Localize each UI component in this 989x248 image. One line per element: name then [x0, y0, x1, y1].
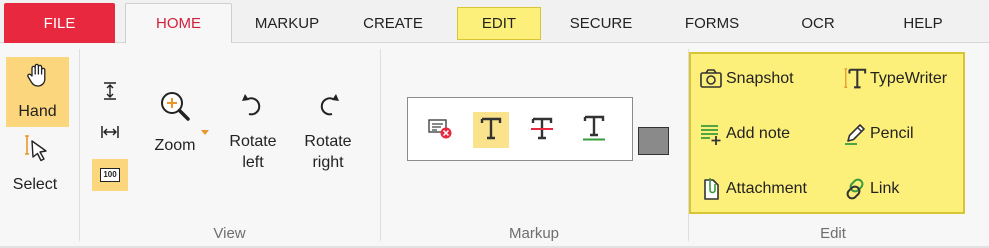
zoom-dropdown-arrow-icon[interactable] — [201, 130, 209, 135]
typewriter-button[interactable]: TypeWriter — [843, 65, 947, 93]
select-label: Select — [12, 176, 58, 193]
tab-create[interactable]: CREATE — [351, 3, 435, 43]
separator — [380, 49, 381, 241]
attachment-icon — [699, 177, 723, 201]
hand-label: Hand — [18, 103, 57, 120]
strikeout-text-icon — [529, 114, 555, 147]
tab-secure[interactable]: SECURE — [559, 3, 643, 43]
rotate-right-button[interactable]: Rotate right — [293, 89, 363, 179]
fit-width-button[interactable] — [92, 118, 128, 150]
pencil-label: Pencil — [870, 125, 914, 142]
markup-tools-box — [407, 97, 633, 161]
fit-height-button[interactable] — [92, 77, 128, 109]
separator — [79, 49, 80, 241]
zoom-label: Zoom — [154, 137, 196, 154]
attachment-button[interactable]: Attachment — [699, 175, 807, 203]
tab-ocr[interactable]: OCR — [776, 3, 860, 43]
markup-group-label: Markup — [508, 225, 560, 242]
typewriter-label: TypeWriter — [870, 70, 948, 87]
underline-text-button[interactable] — [576, 112, 612, 148]
rotate-left-label: Rotate left — [229, 133, 277, 171]
rotate-right-icon — [315, 89, 341, 125]
select-cursor-icon — [19, 133, 51, 171]
highlight-text-button[interactable] — [473, 112, 509, 148]
snapshot-label: Snapshot — [726, 70, 794, 87]
fit-height-icon — [100, 81, 120, 106]
note-delete-button[interactable] — [422, 112, 458, 148]
add-note-icon — [699, 122, 723, 146]
actual-size-icon: 100 — [100, 168, 120, 182]
markup-color-swatch[interactable] — [638, 127, 669, 155]
tab-home[interactable]: HOME — [125, 3, 232, 44]
link-button[interactable]: Link — [843, 175, 899, 203]
edit-group-label: Edit — [820, 225, 846, 242]
tab-forms[interactable]: FORMS — [670, 3, 754, 43]
fit-width-icon — [100, 122, 120, 147]
hand-icon — [24, 61, 52, 95]
ribbon-home-panel: Hand Select 100 Zoom Rotate left Rotate … — [0, 43, 989, 248]
link-icon — [843, 177, 867, 201]
zoom-magnifier-icon — [158, 89, 192, 131]
highlight-text-icon — [478, 114, 504, 147]
camera-icon — [699, 67, 723, 91]
tab-help[interactable]: HELP — [881, 3, 965, 43]
note-delete-icon — [427, 116, 453, 145]
rotate-left-icon — [240, 89, 266, 125]
add-note-label: Add note — [726, 125, 791, 142]
tab-file[interactable]: FILE — [4, 3, 115, 43]
underline-text-icon — [581, 114, 607, 147]
actual-size-text: 100 — [103, 170, 117, 179]
select-tool-button[interactable]: Select — [6, 133, 64, 199]
ribbon-tab-bar: FILE HOME MARKUP CREATE EDIT SECURE FORM… — [0, 0, 989, 44]
attachment-label: Attachment — [726, 180, 807, 197]
view-group-label: View — [213, 225, 246, 242]
rotate-left-button[interactable]: Rotate left — [218, 89, 288, 179]
link-label: Link — [870, 180, 900, 197]
pencil-icon — [843, 122, 867, 146]
actual-size-button[interactable]: 100 — [92, 159, 128, 191]
add-note-button[interactable]: Add note — [699, 120, 790, 148]
pencil-button[interactable]: Pencil — [843, 120, 914, 148]
tab-markup[interactable]: MARKUP — [245, 3, 329, 43]
strikeout-text-button[interactable] — [524, 112, 560, 148]
zoom-button[interactable]: Zoom — [140, 89, 210, 179]
rotate-right-label: Rotate right — [304, 133, 352, 171]
snapshot-button[interactable]: Snapshot — [699, 65, 794, 93]
hand-tool-button[interactable]: Hand — [6, 57, 69, 127]
typewriter-icon — [843, 67, 867, 91]
tab-edit[interactable]: EDIT — [457, 7, 541, 40]
edit-tools-panel: Snapshot TypeWriter Add note Pencil Atta… — [689, 52, 965, 214]
